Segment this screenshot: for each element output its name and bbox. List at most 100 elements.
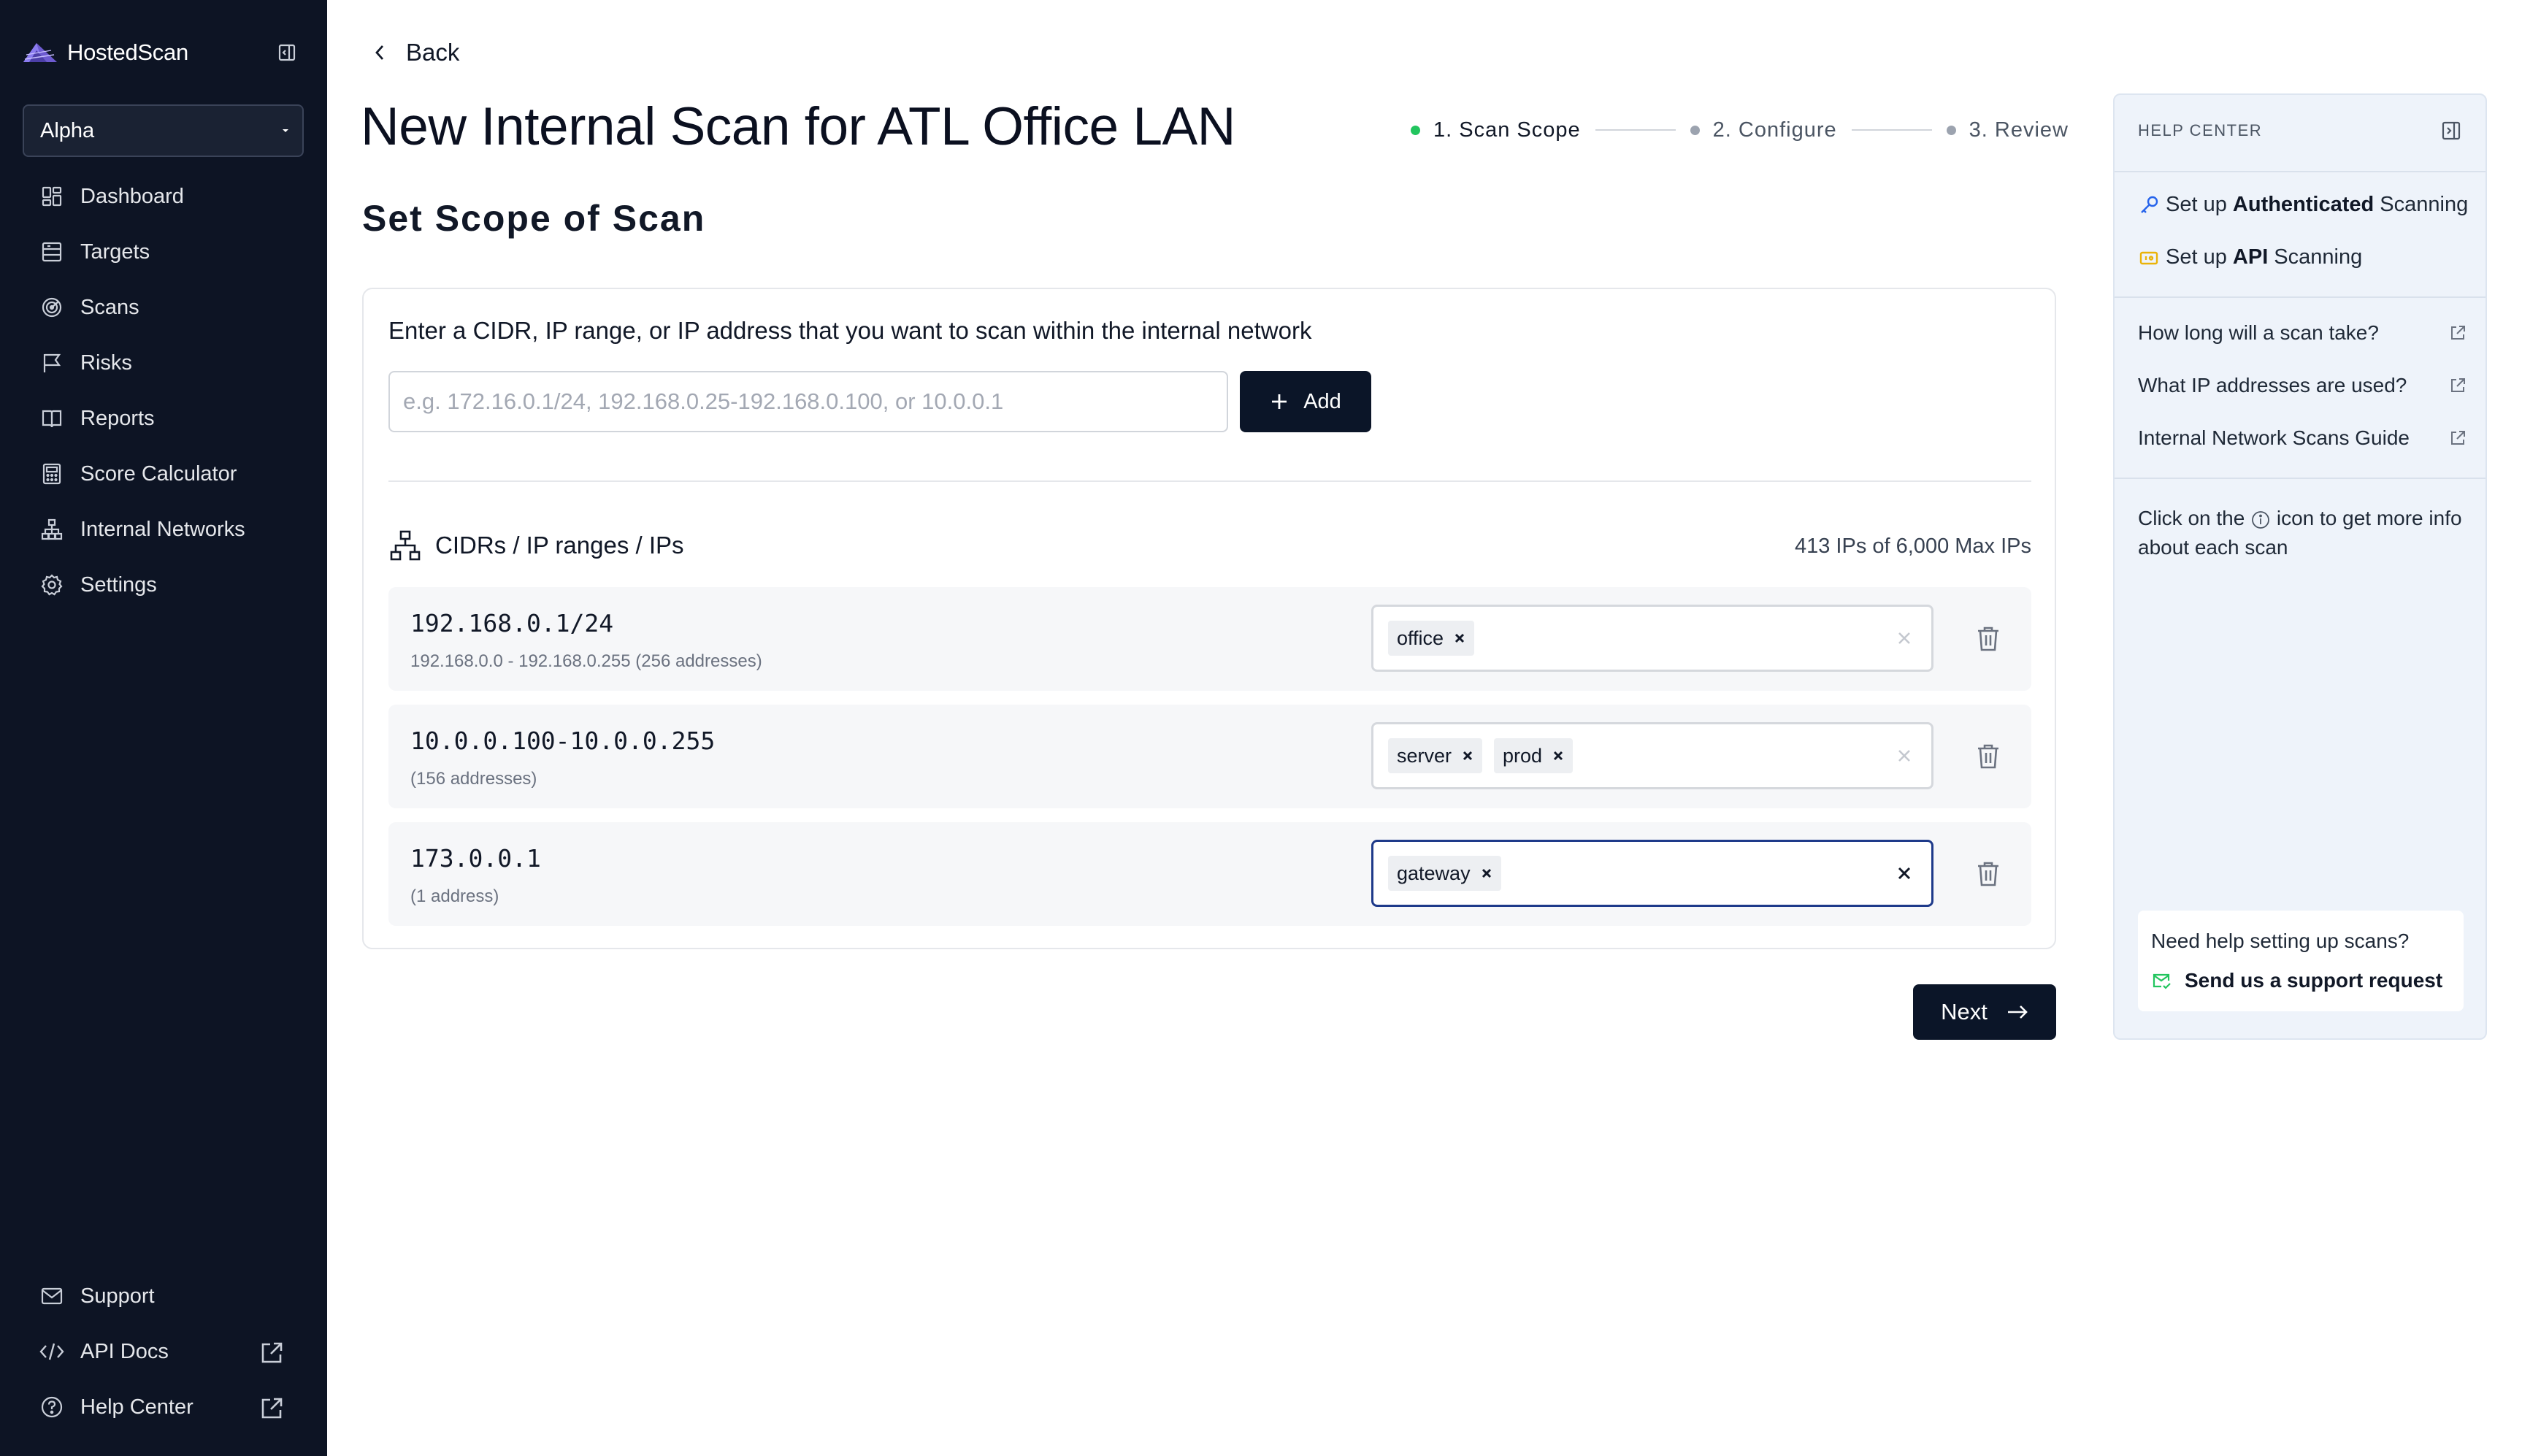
tag-label: gateway xyxy=(1397,862,1471,884)
section-title: Set Scope of Scan xyxy=(362,198,706,239)
key-icon xyxy=(2138,194,2160,216)
guide-api-scanning[interactable]: Set up API Scanning xyxy=(2138,245,2362,269)
sidebar-bottom-nav: Support API Docs Help Center xyxy=(0,1268,327,1435)
tag-label: prod xyxy=(1503,744,1543,767)
sidebar-item-reports[interactable]: Reports xyxy=(0,391,327,446)
calculator-icon xyxy=(38,460,66,488)
external-link-icon xyxy=(2449,377,2467,394)
add-button[interactable]: Add xyxy=(1240,371,1371,432)
remove-tag-icon[interactable] xyxy=(1481,867,1492,879)
divider xyxy=(2115,478,2485,479)
faq-link[interactable]: How long will a scan take? xyxy=(2138,321,2467,345)
scope-row: 10.0.0.100-10.0.0.255 (156 addresses) se… xyxy=(388,705,2031,808)
support-question: Need help setting up scans? xyxy=(2151,930,2410,952)
hostedscan-logo-icon xyxy=(22,40,58,65)
sidebar-item-label: API Docs xyxy=(80,1339,169,1363)
scope-target: 192.168.0.1/24 xyxy=(410,609,614,637)
sidebar-item-label: Dashboard xyxy=(80,184,184,208)
clear-tags-icon[interactable] xyxy=(1893,745,1915,767)
sidebar-item-risks[interactable]: Risks xyxy=(0,335,327,391)
help-center-title: HELP CENTER xyxy=(2138,121,2263,139)
gear-icon xyxy=(38,571,66,599)
sidebar-nav: Dashboard Targets Scans Risks Reports Sc… xyxy=(0,169,327,613)
tags-input[interactable]: office xyxy=(1371,605,1933,672)
next-button[interactable]: Next xyxy=(1913,984,2056,1040)
divider xyxy=(388,480,2031,482)
organization-select[interactable]: Alpha xyxy=(23,104,304,157)
sidebar-item-scans[interactable]: Scans xyxy=(0,280,327,335)
delete-row-button[interactable] xyxy=(1971,738,2005,775)
step-status-dot xyxy=(1411,125,1420,135)
sidebar: HostedScan Alpha Dashboard Targets Scans… xyxy=(0,0,327,1456)
tags-input[interactable]: server prod xyxy=(1371,722,1933,789)
dashboard-icon xyxy=(38,183,66,210)
guide-authenticated-scanning[interactable]: Set up Authenticated Scanning xyxy=(2138,193,2468,217)
tag-chip: server xyxy=(1388,738,1483,773)
mail-icon xyxy=(38,1282,66,1310)
scope-instruction: Enter a CIDR, IP range, or IP address th… xyxy=(388,317,1312,344)
step-status-dot xyxy=(1946,125,1956,135)
question-icon xyxy=(38,1393,66,1421)
trash-icon xyxy=(1976,625,2001,653)
sidebar-item-label: Targets xyxy=(80,240,150,264)
sidebar-item-dashboard[interactable]: Dashboard xyxy=(0,169,327,224)
clear-tags-icon[interactable] xyxy=(1893,627,1915,649)
mail-check-icon xyxy=(2151,970,2172,991)
network-icon xyxy=(38,516,66,543)
step-review[interactable]: 3. Review xyxy=(1946,118,2069,142)
sidebar-item-help-center[interactable]: Help Center xyxy=(0,1379,327,1435)
next-button-label: Next xyxy=(1941,999,1988,1024)
scope-address-range: 192.168.0.0 - 192.168.0.255 (256 address… xyxy=(410,651,762,671)
brand[interactable]: HostedScan xyxy=(22,38,188,67)
book-icon xyxy=(38,405,66,432)
step-connector xyxy=(1851,129,1932,131)
faq-link[interactable]: What IP addresses are used? xyxy=(2138,374,2467,397)
step-label: 2. Configure xyxy=(1712,118,1837,142)
collapse-sidebar-button[interactable] xyxy=(275,41,299,64)
step-configure[interactable]: 2. Configure xyxy=(1690,118,1837,142)
sidebar-item-targets[interactable]: Targets xyxy=(0,224,327,280)
plus-icon xyxy=(1270,392,1289,411)
remove-tag-icon[interactable] xyxy=(1552,750,1564,762)
scope-row: 192.168.0.1/24 192.168.0.0 - 192.168.0.2… xyxy=(388,587,2031,691)
sidebar-item-settings[interactable]: Settings xyxy=(0,557,327,613)
tag-chip: gateway xyxy=(1388,856,1501,891)
faq-label: Internal Network Scans Guide xyxy=(2138,426,2410,449)
external-link-icon xyxy=(2449,324,2467,342)
scans-icon xyxy=(38,294,66,321)
tags-input[interactable]: gateway xyxy=(1371,840,1933,907)
trash-icon xyxy=(1976,743,2001,770)
clear-tags-icon[interactable] xyxy=(1893,862,1915,884)
page-title: New Internal Scan for ATL Office LAN xyxy=(361,97,1235,156)
divider xyxy=(2115,296,2485,298)
scope-list-title: CIDRs / IP ranges / IPs xyxy=(435,532,684,559)
chevron-left-icon xyxy=(372,43,387,62)
scope-input[interactable] xyxy=(388,371,1228,432)
back-link[interactable]: Back xyxy=(372,35,459,70)
remove-tag-icon[interactable] xyxy=(1462,750,1473,762)
sidebar-item-label: Reports xyxy=(80,406,155,430)
step-connector xyxy=(1595,129,1676,131)
sidebar-item-score-calculator[interactable]: Score Calculator xyxy=(0,446,327,502)
guide-label: Set up Authenticated Scanning xyxy=(2166,193,2469,216)
sidebar-item-internal-networks[interactable]: Internal Networks xyxy=(0,502,327,557)
delete-row-button[interactable] xyxy=(1971,856,2005,892)
trash-icon xyxy=(1976,860,2001,888)
sidebar-collapse-icon xyxy=(277,43,296,62)
close-panel-icon[interactable] xyxy=(2440,120,2462,142)
delete-row-button[interactable] xyxy=(1971,621,2005,657)
network-icon xyxy=(388,529,422,562)
tag-label: office xyxy=(1397,627,1444,649)
flag-icon xyxy=(38,349,66,377)
sidebar-item-label: Settings xyxy=(80,572,157,597)
sidebar-item-support[interactable]: Support xyxy=(0,1268,327,1324)
support-request-link[interactable]: Send us a support request xyxy=(2151,969,2442,992)
external-link-icon xyxy=(258,1395,285,1422)
sidebar-item-api-docs[interactable]: API Docs xyxy=(0,1324,327,1379)
sidebar-item-label: Support xyxy=(80,1284,155,1308)
step-scan-scope[interactable]: 1. Scan Scope xyxy=(1411,118,1581,142)
remove-tag-icon[interactable] xyxy=(1454,632,1465,644)
step-status-dot xyxy=(1690,125,1700,135)
faq-link[interactable]: Internal Network Scans Guide xyxy=(2138,426,2467,450)
step-label: 1. Scan Scope xyxy=(1433,118,1581,142)
